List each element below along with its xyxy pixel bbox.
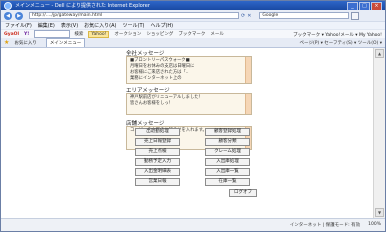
yahoo-logo[interactable]: Y! xyxy=(24,32,29,37)
company-message-box: ■ブロントリーパスウォーク■ 月曜日をお休みの支店は日曜日に お客様にご来店され… xyxy=(126,56,252,84)
logout-button[interactable]: ログオフ xyxy=(229,189,257,197)
menu-file[interactable]: ファイル(F) xyxy=(5,22,32,29)
toolbar-shopping[interactable]: ショッピング xyxy=(146,31,173,37)
area-message-box: 神戸駅前店がリニューアルしました！ 皆さんお客様をしっ！ xyxy=(126,93,252,115)
sales-report-button[interactable]: 売上日報登録 xyxy=(135,138,180,146)
page-content: 全社メッセージ ■ブロントリーパスウォーク■ 月曜日をお休みの支店は日曜日に お… xyxy=(1,48,373,218)
refresh-icon[interactable]: ⟳ xyxy=(241,13,245,19)
yahoo-toolbar: GyaOl Y! 検索 Yahoo! オークション ショッピング ブックマーク … xyxy=(1,29,385,38)
window-title: メインメニュー - Dell により提供された Internet Explore… xyxy=(15,3,150,9)
url-text: http://..../jp/gateway/main.html xyxy=(32,13,103,18)
favorites-star-icon[interactable]: ★ xyxy=(4,39,9,46)
menu-view[interactable]: 表示(V) xyxy=(61,22,78,29)
claim-button[interactable]: クレーム処理 xyxy=(205,148,250,156)
title-bar: メインメニュー - Dell により提供された Internet Explore… xyxy=(1,1,385,11)
sales-check-button[interactable]: 売上点検 xyxy=(135,148,180,156)
menu-edit[interactable]: 編集(E) xyxy=(38,22,55,29)
security-zone: インターネット | 保護モード: 有効 xyxy=(289,223,361,228)
customer-registration-button[interactable]: 顧客登録処理 xyxy=(205,128,250,136)
stock-io-button[interactable]: 入出庫処理 xyxy=(205,158,250,166)
toolbar-search-input[interactable] xyxy=(34,30,71,38)
tab-main-menu[interactable]: メインメニュー xyxy=(45,38,86,47)
daily-report-button[interactable]: 営業日報 xyxy=(135,178,180,186)
cash-detail-button[interactable]: 入出金明細表 xyxy=(135,168,180,176)
toolbar-auction[interactable]: オークション xyxy=(114,31,141,37)
toolbar-bookmark[interactable]: ブックマーク xyxy=(178,31,205,37)
stock-io-list-button[interactable]: 入出庫一覧 xyxy=(205,168,250,176)
search-go-button[interactable] xyxy=(351,11,360,20)
menu-help[interactable]: ヘルプ(H) xyxy=(150,22,173,29)
status-bar: インターネット | 保護モード: 有効 100% xyxy=(1,218,385,231)
customer-class-button[interactable]: 顧客分類 xyxy=(205,138,250,146)
scroll-up-icon[interactable]: ▲ xyxy=(375,49,384,58)
ie-logo-icon xyxy=(4,1,12,10)
area-message-line: 皆さんお客様をしっ！ xyxy=(130,101,173,106)
toolbar-mail[interactable]: メール xyxy=(210,31,224,37)
command-bar[interactable]: ページ(P) ▾ セーフティ(S) ▾ ツール(O) ▾ xyxy=(300,40,382,46)
page-scrollbar[interactable]: ▲ ▼ xyxy=(373,48,385,218)
area-message-scrollbar[interactable] xyxy=(245,94,251,114)
scroll-down-icon[interactable]: ▼ xyxy=(375,208,384,217)
stop-icon[interactable]: ✕ xyxy=(247,13,251,19)
toolbar-search-button[interactable]: 検索 xyxy=(74,31,83,37)
toolbar-yahoo-button[interactable]: Yahoo! xyxy=(88,30,110,38)
back-button[interactable]: ◀ xyxy=(4,11,12,20)
address-bar: ◀ ▶ http://..../jp/gateway/main.html ⟳ ✕… xyxy=(1,10,385,21)
company-message-scrollbar[interactable] xyxy=(245,57,251,83)
menu-bar: ファイル(F) 編集(E) 表示(V) お気に入り(A) ツール(T) ヘルプ(… xyxy=(1,21,385,29)
stock-list-button[interactable]: 在庫一覧 xyxy=(205,178,250,186)
attendance-button[interactable]: 出退勤処理 xyxy=(135,128,180,136)
search-input[interactable]: Google xyxy=(259,12,350,19)
favorites-button[interactable]: お気に入り xyxy=(11,39,40,47)
search-provider: Google xyxy=(262,13,279,18)
url-input[interactable]: http://..../jp/gateway/main.html xyxy=(29,12,239,19)
zoom-level[interactable]: 100% xyxy=(368,222,381,228)
tab-bar: ★ お気に入り メインメニュー ページ(P) ▾ セーフティ(S) ▾ ツール(… xyxy=(1,38,385,48)
company-message-line: 業務にインターネット上の xyxy=(130,76,182,81)
menu-favorites[interactable]: お気に入り(A) xyxy=(84,22,116,29)
menu-tools[interactable]: ツール(T) xyxy=(123,22,145,29)
forward-button[interactable]: ▶ xyxy=(15,11,23,20)
schedule-button[interactable]: 勤務予定入力 xyxy=(135,158,180,166)
toolbar-brand[interactable]: GyaOl xyxy=(4,32,19,37)
